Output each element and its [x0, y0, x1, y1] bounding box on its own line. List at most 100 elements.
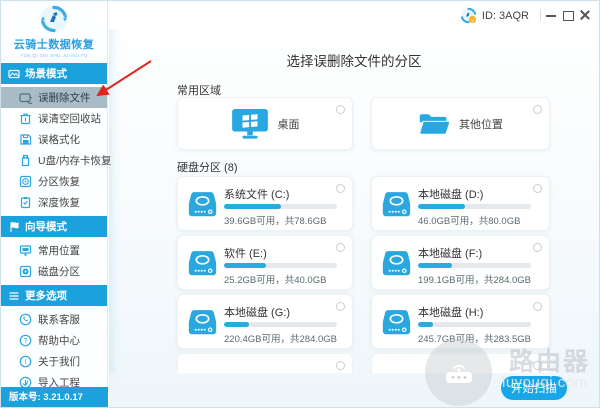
sidebar-item-help-center[interactable]: ? 帮助中心: [1, 330, 107, 351]
close-button[interactable]: [579, 9, 591, 21]
sidebar-item-deep-recovery[interactable]: 深度恢复: [1, 192, 107, 213]
title-bar: v ID: 3AQR: [108, 1, 599, 29]
sidebar-item-deleted-files[interactable]: 误删除文件: [1, 87, 107, 108]
partitions-label: 硬盘分区 (8): [177, 162, 238, 174]
sidebar-section-scene-mode: 场景模式: [1, 63, 107, 84]
recycle-bin-icon: [19, 112, 32, 125]
disk-partition-icon: [19, 265, 32, 278]
radio-drive-d[interactable]: [533, 184, 542, 193]
app-title: 云骑士数据恢复: [13, 39, 95, 51]
drive-card-d[interactable]: 本地磁盘 (D:) 46.0GB可用，共80.0GB: [371, 176, 550, 231]
hard-drive-icon: [188, 251, 217, 276]
radio-other-location[interactable]: [533, 105, 542, 114]
radio-drive-partial[interactable]: [336, 361, 345, 370]
hard-drive-icon: [382, 251, 411, 276]
sidebar-section-more-options: 更多选项: [1, 285, 107, 306]
help-icon: ?: [19, 334, 32, 347]
about-icon: !: [19, 355, 32, 368]
sidebar-item-label: 磁盘分区: [38, 266, 80, 278]
drive-name: 软件 (E:): [224, 248, 267, 260]
radio-drive-f[interactable]: [533, 243, 542, 252]
account-logo-icon: v: [460, 7, 477, 24]
minimize-button[interactable]: [545, 9, 557, 21]
drive-usage-fill: [418, 204, 466, 209]
phone-icon: [19, 313, 32, 326]
partition-recovery-icon: [19, 175, 32, 188]
sidebar-item-label: 关于我们: [38, 356, 80, 368]
deep-recovery-icon: [19, 196, 32, 209]
svg-text:?: ?: [23, 336, 27, 345]
deleted-file-icon: [19, 91, 32, 104]
more-options-items: 联系客服 ? 帮助中心 ! 关于我们 导入工程: [1, 306, 107, 396]
sidebar: 云骑士数据恢复 YUN QI SHI SHU JU HUI FU 场景模式 误删…: [1, 1, 112, 407]
router-icon: [445, 364, 472, 383]
sidebar-item-label: 分区恢复: [38, 176, 80, 188]
drive-usage-bar: [418, 204, 531, 209]
wizard-mode-items: 常用位置 磁盘分区: [1, 237, 107, 285]
drive-card-g[interactable]: 本地磁盘 (G:) 220.4GB可用，共284.0GB: [177, 294, 353, 349]
sidebar-item-disk-partitions[interactable]: 磁盘分区: [1, 261, 107, 282]
sidebar-item-common-locations[interactable]: 常用位置: [1, 240, 107, 261]
user-id-label: ID: 3AQR: [481, 9, 529, 22]
drive-info: 25.2GB可用，共40.0GB: [224, 275, 327, 286]
drive-card-f[interactable]: 本地磁盘 (F:) 199.1GB可用，共284.0GB: [371, 235, 550, 290]
section-header-label: 场景模式: [25, 68, 67, 80]
sidebar-item-label: 误删除文件: [38, 92, 91, 104]
radio-drive-e[interactable]: [336, 243, 345, 252]
radio-drive-c[interactable]: [336, 184, 345, 193]
drive-info: 46.0GB可用，共80.0GB: [418, 216, 521, 227]
drive-info: 39.6GB可用，共78.6GB: [224, 216, 327, 227]
watermark-router-badge: [425, 339, 492, 406]
common-area-label: 常用区域: [177, 85, 221, 97]
watermark-domain: luyouqi.com: [502, 374, 588, 391]
watermark-text: 路由器: [509, 348, 591, 376]
common-card-label: 其他位置: [459, 118, 503, 131]
sidebar-item-formatted[interactable]: 误格式化: [1, 129, 107, 150]
app-logo: 云骑士数据恢复 YUN QI SHI SHU JU HUI FU: [1, 1, 107, 63]
maximize-button[interactable]: [562, 9, 574, 21]
desktop-icon: [231, 108, 268, 139]
drive-name: 系统文件 (C:): [224, 189, 290, 201]
drive-usage-bar: [418, 322, 531, 327]
section-header-label: 向导模式: [25, 221, 67, 233]
radio-drive-h[interactable]: [533, 302, 542, 311]
common-card-desktop[interactable]: 桌面: [177, 97, 353, 150]
scene-mode-items: 误删除文件 误清空回收站 误格式化 U盘/内存卡恢复 分区恢复 深度恢复: [1, 84, 112, 216]
drive-usage-fill: [224, 204, 281, 209]
drive-usage-bar: [418, 263, 531, 268]
sidebar-item-label: 深度恢复: [38, 197, 80, 209]
drive-info: 199.1GB可用，共284.0GB: [418, 275, 531, 286]
drive-card-e[interactable]: 软件 (E:) 25.2GB可用，共40.0GB: [177, 235, 353, 290]
common-card-other-location[interactable]: 其他位置: [371, 97, 550, 150]
radio-desktop[interactable]: [336, 105, 345, 114]
drive-name: 本地磁盘 (H:): [418, 307, 484, 319]
drive-card-partial-left[interactable]: [177, 353, 353, 373]
drive-card-c[interactable]: 系统文件 (C:) 39.6GB可用，共78.6GB: [177, 176, 353, 231]
sidebar-item-partition-recovery[interactable]: 分区恢复: [1, 171, 107, 192]
drive-info: 220.4GB可用，共284.0GB: [224, 334, 337, 345]
svg-text:v: v: [471, 18, 474, 24]
drive-name: 本地磁盘 (D:): [418, 189, 484, 201]
sidebar-item-recycle-bin[interactable]: 误清空回收站: [1, 108, 107, 129]
sidebar-item-label: 误清空回收站: [38, 113, 101, 125]
usb-card-icon: [19, 154, 32, 167]
sidebar-item-usb-recovery[interactable]: U盘/内存卡恢复: [1, 150, 112, 171]
sidebar-item-label: 联系客服: [38, 314, 80, 326]
sidebar-item-contact-support[interactable]: 联系客服: [1, 309, 107, 330]
radio-drive-g[interactable]: [336, 302, 345, 311]
sidebar-item-about-us[interactable]: ! 关于我们: [1, 351, 107, 372]
scene-mode-icon: [8, 69, 20, 78]
drive-name: 本地磁盘 (G:): [224, 307, 290, 319]
titlebar-divider: [540, 9, 541, 21]
hard-drive-icon: [382, 192, 411, 217]
sidebar-item-label: U盘/内存卡恢复: [38, 155, 112, 167]
drive-usage-fill: [224, 263, 266, 268]
more-options-icon: [9, 291, 19, 300]
drive-usage-bar: [224, 263, 337, 268]
svg-text:!: !: [24, 357, 26, 366]
folder-icon: [419, 113, 450, 135]
sidebar-item-label: 常用位置: [38, 245, 80, 257]
drive-name: 本地磁盘 (F:): [418, 248, 483, 260]
drive-usage-bar: [224, 204, 337, 209]
hard-drive-icon: [382, 310, 411, 335]
